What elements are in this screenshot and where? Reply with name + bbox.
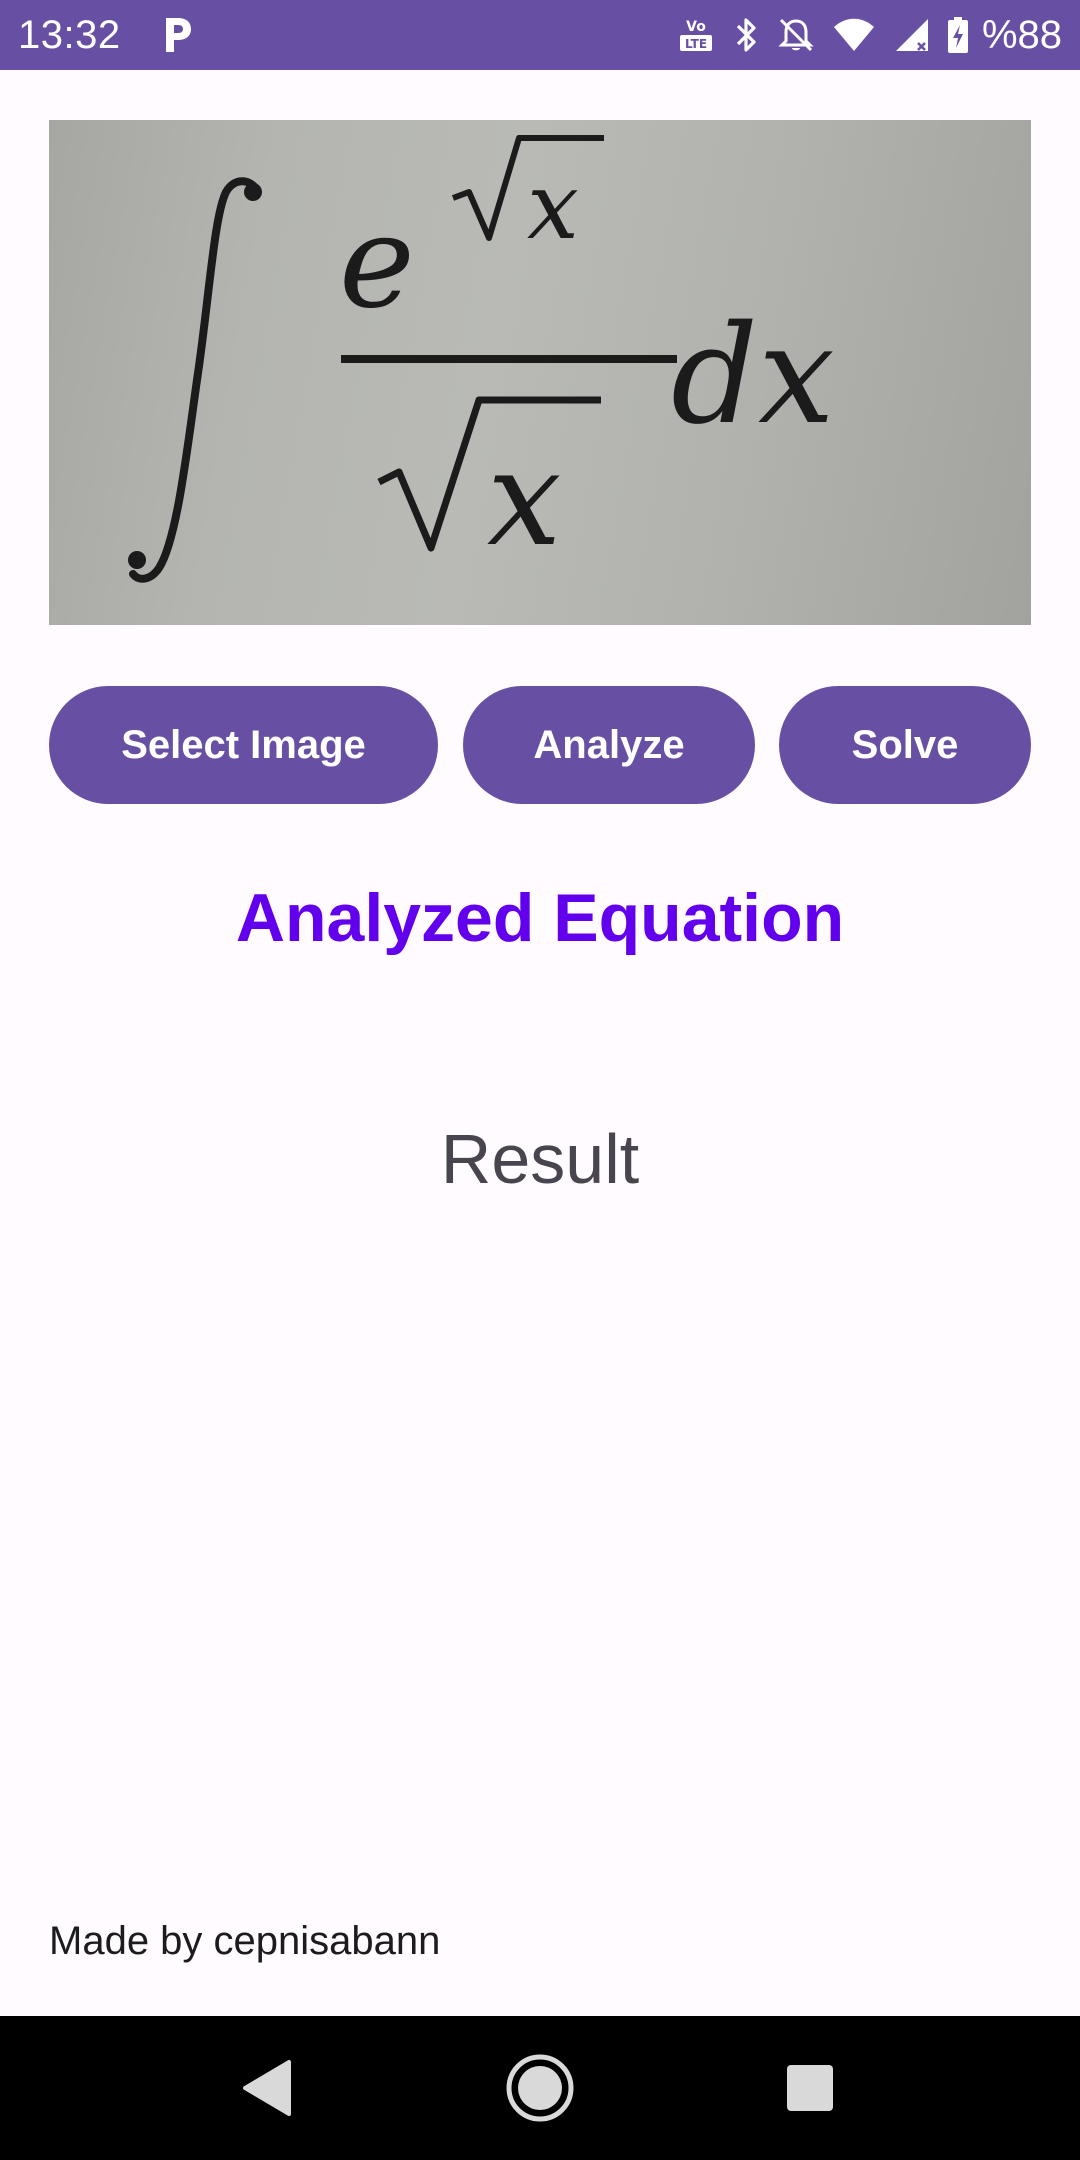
battery-charging-icon: [946, 15, 970, 55]
status-time: 13:32: [18, 13, 121, 57]
back-icon: [243, 2060, 291, 2116]
analyze-button[interactable]: Analyze: [463, 686, 755, 804]
solve-button[interactable]: Solve: [779, 686, 1031, 804]
svg-text:e: e: [339, 188, 415, 337]
status-bar: 13:32 Vo LTE %88: [0, 0, 1080, 70]
back-button[interactable]: [195, 2016, 339, 2160]
result-text: Result: [440, 1120, 640, 1198]
signal-icon: [892, 15, 930, 55]
wifi-icon: [832, 15, 876, 55]
analyzed-equation-title: Analyzed Equation: [235, 880, 845, 956]
recents-icon: [787, 2065, 833, 2111]
equation-image: e x x dx: [49, 120, 1031, 625]
recents-button[interactable]: [738, 2016, 882, 2160]
status-icons: Vo LTE %88: [676, 10, 1062, 60]
svg-text:dx: dx: [671, 297, 835, 455]
svg-text:LTE: LTE: [685, 37, 707, 51]
bluetooth-icon: [732, 15, 760, 55]
notifications-off-icon: [776, 15, 816, 55]
svg-text:x: x: [527, 153, 579, 260]
footer-credit: Made by cepnisabann: [49, 1919, 441, 1963]
svg-text:Vo: Vo: [686, 19, 706, 35]
select-image-button[interactable]: Select Image: [49, 686, 438, 804]
svg-text:x: x: [487, 422, 561, 576]
volte-icon: Vo LTE: [676, 15, 716, 55]
home-icon: [506, 2054, 574, 2122]
navigation-bar: [0, 2016, 1080, 2160]
home-button[interactable]: [468, 2016, 612, 2160]
battery-percentage: %88: [981, 13, 1062, 57]
parking-icon: [160, 14, 194, 54]
equation-photo: e x x dx: [128, 135, 835, 583]
